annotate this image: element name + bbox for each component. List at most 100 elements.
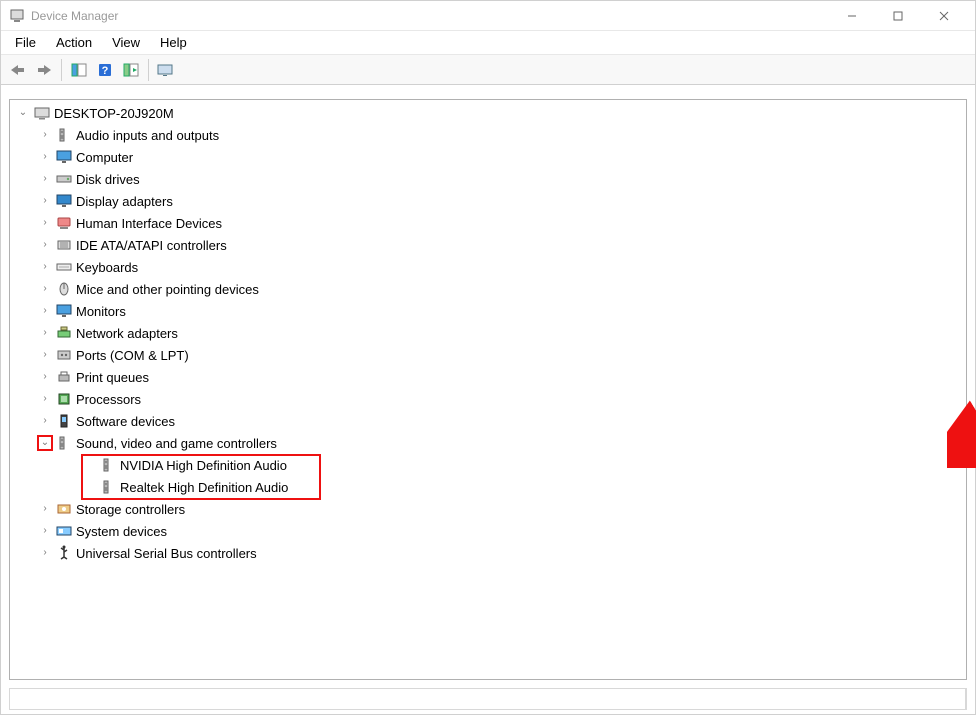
- help-button[interactable]: ?: [92, 58, 118, 82]
- collapse-icon[interactable]: ⌄: [38, 436, 52, 450]
- expand-icon[interactable]: ›: [38, 304, 52, 318]
- tree-item-label: Realtek High Definition Audio: [120, 480, 288, 495]
- tree-item-label: NVIDIA High Definition Audio: [120, 458, 287, 473]
- tree-item-label: Processors: [76, 392, 141, 407]
- expand-icon[interactable]: ›: [38, 216, 52, 230]
- tree-category[interactable]: › Ports (COM & LPT): [10, 344, 966, 366]
- expand-icon[interactable]: ›: [38, 370, 52, 384]
- menu-file[interactable]: File: [5, 33, 46, 52]
- tree-item-label: Mice and other pointing devices: [76, 282, 259, 297]
- tree-root[interactable]: ⌄ DESKTOP-20J920M: [10, 102, 966, 124]
- speaker-icon: [56, 435, 72, 451]
- expand-icon[interactable]: ›: [38, 172, 52, 186]
- tree-category[interactable]: › Display adapters: [10, 190, 966, 212]
- expand-icon[interactable]: ›: [38, 326, 52, 340]
- back-button[interactable]: [5, 58, 31, 82]
- expand-icon[interactable]: ›: [38, 128, 52, 142]
- tree-device[interactable]: Realtek High Definition Audio: [10, 476, 966, 498]
- monitor-icon: [56, 303, 72, 319]
- close-button[interactable]: [921, 2, 967, 30]
- tree-category[interactable]: › Computer: [10, 146, 966, 168]
- tree-category[interactable]: › Storage controllers: [10, 498, 966, 520]
- tree-item-label: Network adapters: [76, 326, 178, 341]
- show-hidden-button[interactable]: [153, 58, 179, 82]
- tree-item-label: Universal Serial Bus controllers: [76, 546, 257, 561]
- expand-icon[interactable]: ›: [38, 414, 52, 428]
- storage-icon: [56, 501, 72, 517]
- tree-category[interactable]: › Universal Serial Bus controllers: [10, 542, 966, 564]
- tree-category[interactable]: › Audio inputs and outputs: [10, 124, 966, 146]
- tree-category[interactable]: › Human Interface Devices: [10, 212, 966, 234]
- tree-category[interactable]: › Processors: [10, 388, 966, 410]
- keyboard-icon: [56, 259, 72, 275]
- tree-item-label: DESKTOP-20J920M: [54, 106, 174, 121]
- tree-category[interactable]: ›IDE ATA/ATAPI controllers: [10, 234, 966, 256]
- display-icon: [56, 193, 72, 209]
- disk-icon: [56, 171, 72, 187]
- minimize-button[interactable]: [829, 2, 875, 30]
- tree-device[interactable]: NVIDIA High Definition Audio: [10, 454, 966, 476]
- tree-item-label: Human Interface Devices: [76, 216, 222, 231]
- tree-item-label: Ports (COM & LPT): [76, 348, 189, 363]
- tree-item-label: Computer: [76, 150, 133, 165]
- network-icon: [56, 325, 72, 341]
- cpu-icon: [56, 391, 72, 407]
- window-controls: [829, 2, 967, 30]
- statusbar: [9, 688, 967, 710]
- show-console-tree-button[interactable]: [66, 58, 92, 82]
- speaker-icon: [100, 479, 116, 495]
- hid-icon: [56, 215, 72, 231]
- expand-icon[interactable]: ›: [38, 348, 52, 362]
- tree-item-label: Audio inputs and outputs: [76, 128, 219, 143]
- expand-icon[interactable]: ›: [38, 282, 52, 296]
- expand-icon[interactable]: ›: [38, 392, 52, 406]
- statusbar-cell: [10, 689, 966, 709]
- tree-item-label: Sound, video and game controllers: [76, 436, 277, 451]
- collapse-icon[interactable]: ⌄: [16, 106, 30, 120]
- tree-item-label: System devices: [76, 524, 167, 539]
- mouse-icon: [56, 281, 72, 297]
- toolbar-separator: [148, 59, 149, 81]
- tree-category[interactable]: ›Keyboards: [10, 256, 966, 278]
- tree-category[interactable]: ›Software devices: [10, 410, 966, 432]
- tree-category[interactable]: ›Disk drives: [10, 168, 966, 190]
- speaker-icon: [56, 127, 72, 143]
- speaker-icon: [100, 457, 116, 473]
- software-icon: [56, 413, 72, 429]
- scan-hardware-button[interactable]: [118, 58, 144, 82]
- twisty-blank: [82, 480, 96, 494]
- ports-icon: [56, 347, 72, 363]
- forward-button[interactable]: [31, 58, 57, 82]
- expand-icon[interactable]: ›: [38, 238, 52, 252]
- tree-item-label: Display adapters: [76, 194, 173, 209]
- tree-category[interactable]: › Mice and other pointing devices: [10, 278, 966, 300]
- computer-icon: [34, 105, 50, 121]
- toolbar-separator: [61, 59, 62, 81]
- expand-icon[interactable]: ›: [38, 524, 52, 538]
- tree-item-label: Storage controllers: [76, 502, 185, 517]
- tree-category[interactable]: › System devices: [10, 520, 966, 542]
- menubar: File Action View Help: [1, 31, 975, 55]
- titlebar: Device Manager: [1, 1, 975, 31]
- tree-category[interactable]: ›Print queues: [10, 366, 966, 388]
- usb-icon: [56, 545, 72, 561]
- system-icon: [56, 523, 72, 539]
- expand-icon[interactable]: ›: [38, 194, 52, 208]
- device-tree[interactable]: ⌄DESKTOP-20J920M›Audio inputs and output…: [9, 99, 967, 680]
- menu-action[interactable]: Action: [46, 33, 102, 52]
- twisty-blank: [82, 458, 96, 472]
- expand-icon[interactable]: ›: [38, 546, 52, 560]
- menu-help[interactable]: Help: [150, 33, 197, 52]
- tree-category[interactable]: › Network adapters: [10, 322, 966, 344]
- toolbar: ?: [1, 55, 975, 85]
- expand-icon[interactable]: ›: [38, 150, 52, 164]
- menu-view[interactable]: View: [102, 33, 150, 52]
- maximize-button[interactable]: [875, 2, 921, 30]
- window-title: Device Manager: [31, 9, 829, 23]
- svg-text:?: ?: [102, 65, 109, 77]
- expand-icon[interactable]: ›: [38, 502, 52, 516]
- tree-category[interactable]: ⌄ Sound, video and game controllers: [10, 432, 966, 454]
- tree-category[interactable]: ›Monitors: [10, 300, 966, 322]
- printer-icon: [56, 369, 72, 385]
- expand-icon[interactable]: ›: [38, 260, 52, 274]
